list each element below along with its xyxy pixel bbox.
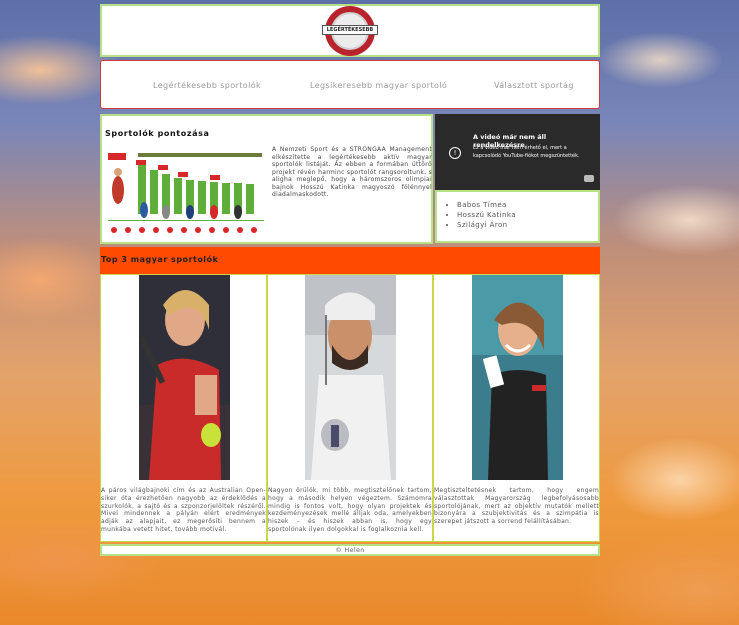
- warning-icon: !: [449, 147, 461, 159]
- athlete-quote-babos: A páros világbajnoki cím és az Australia…: [101, 487, 266, 533]
- top3-header: Top 3 magyar sportolók: [100, 247, 600, 274]
- section-text: A Nemzeti Sport és a STRONGAA Management…: [272, 146, 432, 198]
- nav-item-most-valuable[interactable]: Legértékesebb sportolók: [153, 81, 261, 90]
- athlete-card-babos: A páros világbajnoki cím és az Australia…: [100, 274, 267, 542]
- athlete-quote-hosszu: Megtiszteltetésnek tartom, hogy engem vá…: [434, 487, 599, 526]
- athlete-photo-hosszu: [472, 275, 563, 480]
- athlete-list: Babos Tímea Hosszú Katinka Szilágyi Áron: [435, 190, 600, 243]
- copyright-text: © Helen: [335, 546, 365, 554]
- scoring-section: Sportolók pontozása A Nemzeti Sport és a…: [100, 114, 433, 244]
- nav-item-most-successful[interactable]: Legsikeresebb magyar sportoló: [310, 81, 447, 90]
- youtube-icon[interactable]: [584, 175, 594, 182]
- list-item: Hosszú Katinka: [457, 210, 516, 220]
- athlete-photo-szilagyi: [305, 275, 396, 480]
- ranking-chart-image: [108, 150, 264, 240]
- top3-title: Top 3 magyar sportolók: [101, 255, 219, 264]
- site-header: LEGÉRTÉKESEBB: [100, 4, 600, 57]
- athlete-quote-szilagyi: Nagyon örülök, mi több, megtisztelőnek t…: [268, 487, 432, 533]
- logo-band: LEGÉRTÉKESEBB: [322, 24, 378, 35]
- video-embed[interactable]: ! A videó már nem áll rendelkezésre Ez a…: [435, 114, 600, 190]
- list-item: Szilágyi Áron: [457, 220, 516, 230]
- main-nav: Legértékesebb sportolók Legsikeresebb ma…: [100, 60, 600, 109]
- site-logo[interactable]: LEGÉRTÉKESEBB: [322, 5, 378, 56]
- athlete-photo-babos: [139, 275, 230, 480]
- site-footer: © Helen: [100, 544, 600, 556]
- nav-item-chosen-sport[interactable]: Választott sportág: [494, 81, 574, 90]
- top3-cards: A páros világbajnoki cím és az Australia…: [100, 274, 600, 542]
- video-unavailable-message: Ez a videó már nem érhető el, mert a kap…: [473, 145, 580, 159]
- section-title: Sportolók pontozása: [105, 129, 210, 138]
- athlete-card-hosszu: Megtiszteltetésnek tartom, hogy engem vá…: [433, 274, 600, 542]
- athlete-card-szilagyi: Nagyon örülök, mi több, megtisztelőnek t…: [267, 274, 433, 542]
- list-item: Babos Tímea: [457, 200, 516, 210]
